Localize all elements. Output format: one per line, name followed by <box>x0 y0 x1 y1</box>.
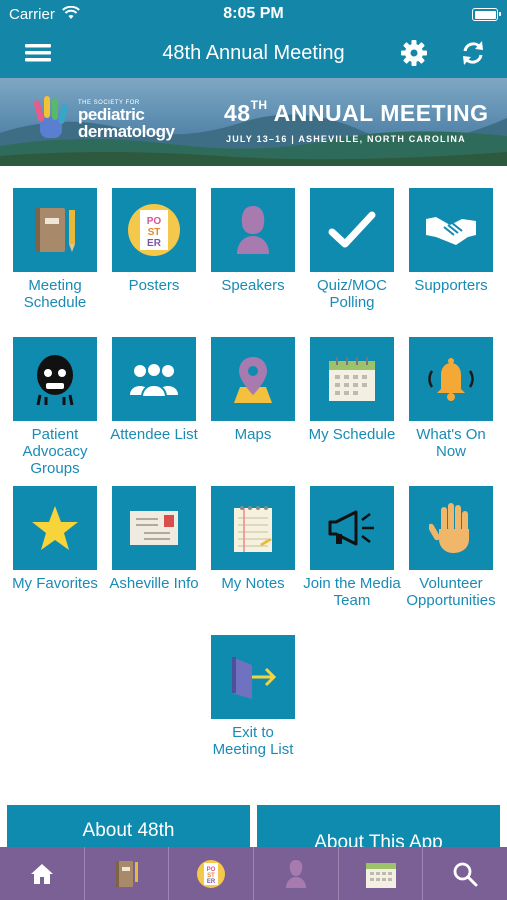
megaphone-icon <box>310 486 394 570</box>
group-icon <box>112 337 196 421</box>
clock: 8:05 PM <box>223 5 284 22</box>
gear-icon[interactable] <box>400 39 428 67</box>
exit-door-icon <box>211 635 295 719</box>
poster-icon: POSTER <box>197 859 226 888</box>
notepad-icon <box>211 486 295 570</box>
banner-subtitle: JULY 13–16 | ASHEVILLE, NORTH CAROLINA <box>226 134 466 144</box>
search-icon <box>453 862 478 886</box>
svg-text:PO: PO <box>147 216 162 227</box>
society-logo-text: THE SOCIETY FOR pediatric dermatology <box>78 100 175 141</box>
event-banner: THE SOCIETY FOR pediatric dermatology 48… <box>0 78 507 166</box>
envelope-icon <box>112 486 196 570</box>
svg-text:ER: ER <box>207 879 216 885</box>
person-silhouette-icon <box>285 859 306 888</box>
bell-icon <box>409 337 493 421</box>
notebook-icon <box>115 860 138 887</box>
map-pin-icon <box>211 337 295 421</box>
tab-my-schedule[interactable] <box>337 847 423 900</box>
status-bar: Carrier 8:05 PM <box>0 0 507 30</box>
calendar-icon <box>365 862 396 888</box>
banner-headline: 48TH ANNUAL MEETING <box>224 98 489 126</box>
tab-posters[interactable]: PO ST ER <box>168 847 253 900</box>
advocacy-face-icon <box>13 337 97 421</box>
refresh-icon[interactable] <box>459 39 487 67</box>
checkmark-icon <box>310 188 394 272</box>
nav-bar: 48th Annual Meeting <box>0 30 507 78</box>
svg-text:ER: ER <box>147 238 162 249</box>
tab-home[interactable] <box>0 847 84 900</box>
home-icon <box>30 863 53 884</box>
tab-speakers[interactable] <box>253 847 338 900</box>
tab-search[interactable] <box>422 847 507 900</box>
person-silhouette-icon <box>211 188 295 272</box>
star-icon <box>13 486 97 570</box>
poster-icon: POSTER <box>112 188 196 272</box>
bottom-tab-bar: PO ST ER <box>0 847 507 900</box>
hand-logo-icon <box>33 96 68 138</box>
battery-icon <box>472 8 501 21</box>
notebook-icon <box>13 188 97 272</box>
svg-text:ST: ST <box>148 227 161 238</box>
handshake-icon <box>409 188 493 272</box>
page-title: 48th Annual Meeting <box>162 42 345 64</box>
raised-hand-icon <box>409 486 493 570</box>
tab-meeting-schedule[interactable] <box>83 847 169 900</box>
calendar-icon <box>310 337 394 421</box>
